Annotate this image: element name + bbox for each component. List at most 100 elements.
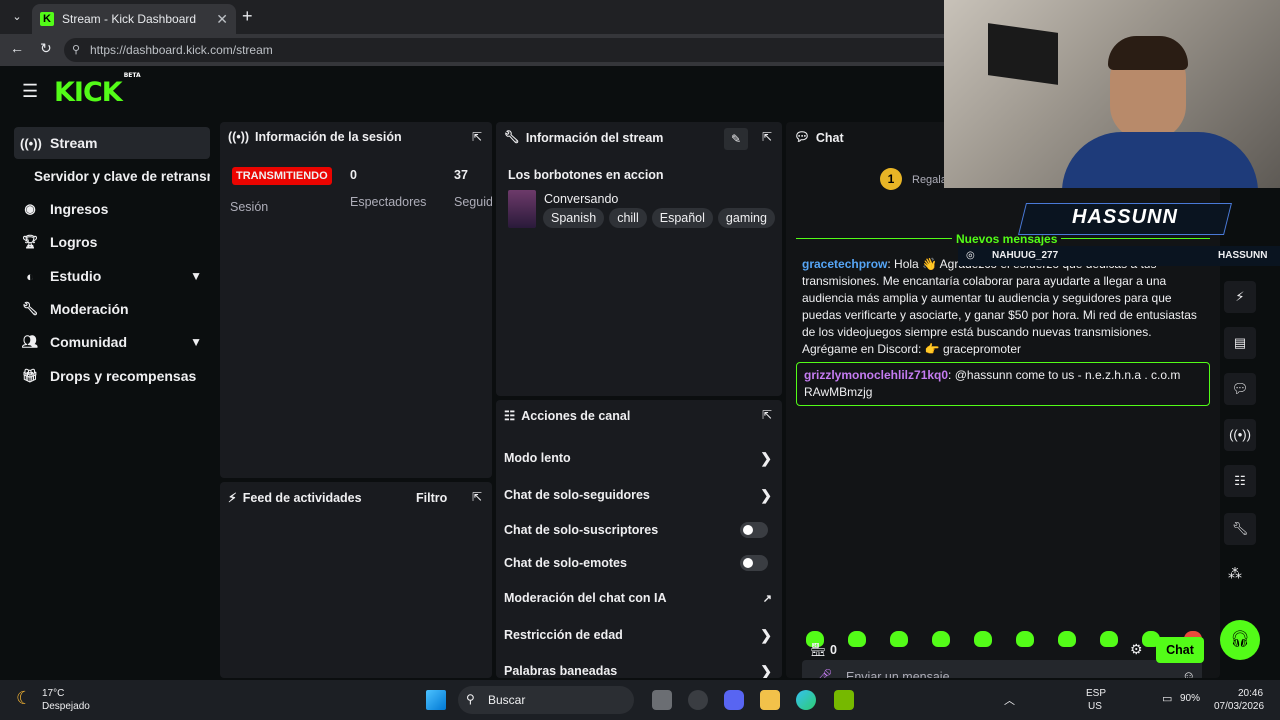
panel-title: 🔧︎ Información del stream xyxy=(504,130,663,145)
discord-icon[interactable] xyxy=(724,690,744,710)
wrench-icon[interactable]: 🔧︎ xyxy=(1224,513,1256,545)
action-age-restriction[interactable]: Restricción de edad ❯ xyxy=(504,623,772,647)
list-icon: ☷ xyxy=(504,409,516,423)
emote[interactable] xyxy=(932,631,950,647)
notes-icon[interactable]: ▤ xyxy=(1224,327,1256,359)
tab-list-icon[interactable]: ⌄ xyxy=(8,8,26,26)
chat-message-text: : Hola 👋 Agradezco el esfuerzo que dedic… xyxy=(802,257,1197,356)
browser-tab[interactable]: K Stream - Kick Dashboard ✕ xyxy=(32,4,236,34)
popout-icon[interactable]: ⇱ xyxy=(762,408,772,422)
sidebar-item-estudio[interactable]: ◐ Estudio ▼ xyxy=(14,260,210,292)
tag: gaming xyxy=(717,208,775,228)
start-icon[interactable] xyxy=(426,690,446,710)
emote[interactable] xyxy=(1058,631,1076,647)
panel-title: 💬︎ Chat xyxy=(794,130,844,145)
emote[interactable] xyxy=(1016,631,1034,647)
filter-button[interactable]: Filtro xyxy=(416,491,447,505)
popout-icon[interactable]: ⇱ xyxy=(472,130,482,144)
sidebar-item-label: Logros xyxy=(50,234,98,250)
emote[interactable] xyxy=(974,631,992,647)
wrench-icon: 🔧︎ xyxy=(504,130,520,144)
lang-secondary: US xyxy=(1088,701,1102,712)
gift-leader-badge[interactable]: 1 xyxy=(880,168,902,190)
chevron-down-icon: ▼ xyxy=(190,269,202,283)
edit-icon[interactable]: ✎ xyxy=(724,128,748,150)
lang-primary[interactable]: ESP xyxy=(1086,688,1106,699)
sidebar-item-label: Comunidad xyxy=(50,334,127,350)
points-value: 0 xyxy=(830,643,837,657)
battery-icon[interactable]: ▭ xyxy=(1162,692,1172,705)
weather-temp: 17°C xyxy=(42,688,65,699)
broadcast-icon[interactable]: ((•)) xyxy=(1224,419,1256,451)
external-link-icon: ↗ xyxy=(762,592,772,605)
tray-chevron-icon[interactable]: ︿ xyxy=(1004,692,1015,708)
url-field[interactable]: ⚲ https://dashboard.kick.com/stream xyxy=(64,38,964,62)
reload-icon[interactable]: ↻ xyxy=(40,40,52,57)
emote[interactable] xyxy=(848,631,866,647)
panel-title-text: Chat xyxy=(815,130,844,145)
sidebar-item-comunidad[interactable]: 👥︎ Comunidad ▼ xyxy=(14,326,210,358)
sidebar-item-ingresos[interactable]: ◉ Ingresos xyxy=(14,193,210,225)
followers-label: Seguid xyxy=(454,195,492,209)
gift-icon: 🎁︎ xyxy=(21,368,39,383)
sidebar-item-label: Drops y recompensas xyxy=(50,368,197,384)
action-followers-only[interactable]: Chat de solo-seguidores ❯ xyxy=(504,483,772,507)
battery-percent: 90% xyxy=(1180,693,1201,704)
chevron-right-icon: ❯ xyxy=(760,626,772,643)
sidebar-item-server-key[interactable]: Servidor y clave de retransm xyxy=(14,160,210,192)
stream-info-panel: 🔧︎ Información del stream ✎ ⇱ Los borboto… xyxy=(496,122,782,396)
sidebar-item-logros[interactable]: 🏆︎ Logros xyxy=(14,226,210,258)
action-slow-mode[interactable]: Modo lento ❯ xyxy=(504,446,772,470)
sidebar-item-drops[interactable]: 🎁︎ Drops y recompensas xyxy=(14,360,210,392)
action-ai-moderation[interactable]: Moderación del chat con IA ↗ xyxy=(504,586,772,610)
sidebar-item-label: Servidor y clave de retransm xyxy=(34,168,210,184)
emote[interactable] xyxy=(890,631,908,647)
app-icon[interactable] xyxy=(688,690,708,710)
url-text: https://dashboard.kick.com/stream xyxy=(90,43,273,57)
nvidia-icon[interactable] xyxy=(834,690,854,710)
bolt-icon[interactable]: ⚡︎ xyxy=(1224,281,1256,313)
taskbar-search[interactable] xyxy=(458,686,634,714)
file-explorer-icon[interactable] xyxy=(760,690,780,710)
chevron-down-icon: ▼ xyxy=(190,335,202,349)
nodes-icon[interactable]: ⁂ xyxy=(1228,565,1242,582)
clock-time[interactable]: 20:46 xyxy=(1238,688,1263,699)
menu-icon[interactable]: ☰ xyxy=(22,81,38,102)
list-icon[interactable]: ☷ xyxy=(1224,465,1256,497)
store-icon[interactable]: 🏪︎ xyxy=(810,642,827,658)
send-chat-button[interactable]: Chat xyxy=(1156,637,1204,663)
sidebar-item-moderacion[interactable]: 🔧︎ Moderación xyxy=(14,293,210,325)
microphone-icon[interactable]: 🎤︎ xyxy=(816,668,833,678)
sidebar-item-stream[interactable]: ((•)) Stream xyxy=(14,127,210,159)
kick-logo[interactable]: KICKBETA xyxy=(54,72,141,108)
popout-icon[interactable]: ⇱ xyxy=(472,490,482,504)
close-tab-icon[interactable]: ✕ xyxy=(216,11,228,28)
support-button[interactable]: 🎧︎ xyxy=(1220,620,1260,660)
action-label: Chat de solo-suscriptores xyxy=(504,523,659,537)
search-icon: ⚲ xyxy=(466,692,475,706)
edge-icon[interactable] xyxy=(796,690,816,710)
chat-username[interactable]: gracetechprow xyxy=(802,257,887,271)
bolt-icon: ⚡︎ xyxy=(228,491,237,505)
action-banned-words[interactable]: Palabras baneadas ❯ xyxy=(504,659,772,679)
viewers-label: Espectadores xyxy=(350,195,427,209)
chevron-right-icon: ❯ xyxy=(760,486,772,503)
new-tab-icon[interactable]: + xyxy=(242,6,253,27)
category-thumbnail xyxy=(508,190,536,228)
emotes-only-toggle[interactable] xyxy=(740,555,768,571)
chat-username[interactable]: grizzlymonoclehlilz71kq0 xyxy=(804,368,948,382)
panel-title-text: Información de la sesión xyxy=(255,130,402,144)
weather-icon[interactable]: ☾ xyxy=(16,688,32,709)
chat-icon[interactable]: 💬︎ xyxy=(1224,373,1256,405)
emote[interactable] xyxy=(1100,631,1118,647)
taskbar-search-text: Buscar xyxy=(488,693,526,707)
subscribers-only-toggle[interactable] xyxy=(740,522,768,538)
chat-settings-icon[interactable]: ⚙ xyxy=(1130,641,1143,658)
back-icon[interactable]: ← xyxy=(10,40,24,56)
coins-icon: ◉ xyxy=(24,201,36,216)
panel-title-text: Acciones de canal xyxy=(521,408,631,423)
emoji-icon[interactable]: ☺ xyxy=(1182,668,1195,678)
task-view-icon[interactable] xyxy=(652,690,672,710)
site-info-icon[interactable]: ⚲ xyxy=(72,38,80,62)
popout-icon[interactable]: ⇱ xyxy=(762,130,772,144)
